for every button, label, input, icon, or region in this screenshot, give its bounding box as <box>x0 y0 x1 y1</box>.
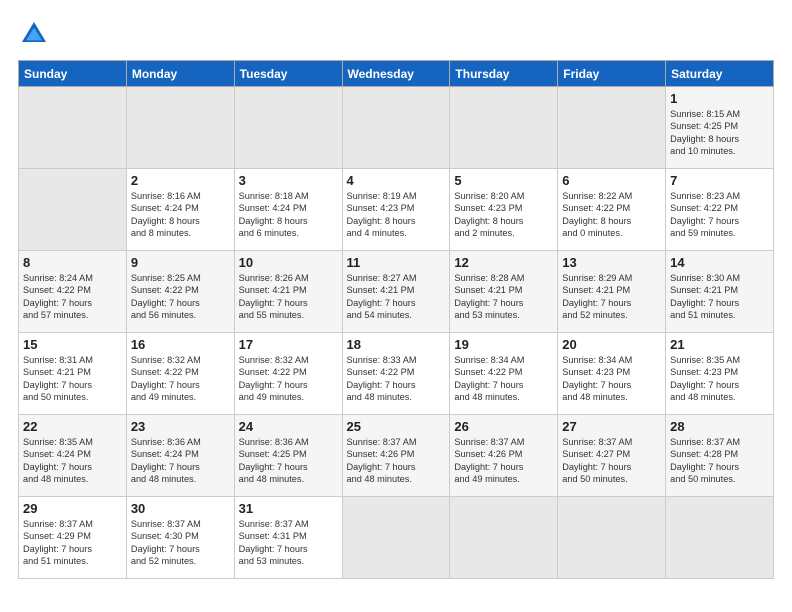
calendar-day-23: 23Sunrise: 8:36 AM Sunset: 4:24 PM Dayli… <box>126 415 234 497</box>
logo-icon <box>18 18 50 50</box>
calendar-day-10: 10Sunrise: 8:26 AM Sunset: 4:21 PM Dayli… <box>234 251 342 333</box>
empty-cell <box>666 497 774 579</box>
column-header-thursday: Thursday <box>450 61 558 87</box>
calendar-day-16: 16Sunrise: 8:32 AM Sunset: 4:22 PM Dayli… <box>126 333 234 415</box>
calendar-day-6: 6Sunrise: 8:22 AM Sunset: 4:22 PM Daylig… <box>558 169 666 251</box>
calendar-day-31: 31Sunrise: 8:37 AM Sunset: 4:31 PM Dayli… <box>234 497 342 579</box>
calendar-day-30: 30Sunrise: 8:37 AM Sunset: 4:30 PM Dayli… <box>126 497 234 579</box>
calendar-day-13: 13Sunrise: 8:29 AM Sunset: 4:21 PM Dayli… <box>558 251 666 333</box>
calendar-table: SundayMondayTuesdayWednesdayThursdayFrid… <box>18 60 774 579</box>
calendar-day-15: 15Sunrise: 8:31 AM Sunset: 4:21 PM Dayli… <box>19 333 127 415</box>
empty-cell <box>342 87 450 169</box>
page-container: SundayMondayTuesdayWednesdayThursdayFrid… <box>0 0 792 589</box>
empty-cell <box>558 497 666 579</box>
empty-cell <box>342 497 450 579</box>
calendar-day-17: 17Sunrise: 8:32 AM Sunset: 4:22 PM Dayli… <box>234 333 342 415</box>
header <box>18 18 774 50</box>
header-row: SundayMondayTuesdayWednesdayThursdayFrid… <box>19 61 774 87</box>
empty-cell <box>234 87 342 169</box>
empty-cell <box>126 87 234 169</box>
column-header-friday: Friday <box>558 61 666 87</box>
calendar-week-3: 15Sunrise: 8:31 AM Sunset: 4:21 PM Dayli… <box>19 333 774 415</box>
calendar-header: SundayMondayTuesdayWednesdayThursdayFrid… <box>19 61 774 87</box>
calendar-day-11: 11Sunrise: 8:27 AM Sunset: 4:21 PM Dayli… <box>342 251 450 333</box>
calendar-week-5: 29Sunrise: 8:37 AM Sunset: 4:29 PM Dayli… <box>19 497 774 579</box>
calendar-day-12: 12Sunrise: 8:28 AM Sunset: 4:21 PM Dayli… <box>450 251 558 333</box>
calendar-day-18: 18Sunrise: 8:33 AM Sunset: 4:22 PM Dayli… <box>342 333 450 415</box>
calendar-day-19: 19Sunrise: 8:34 AM Sunset: 4:22 PM Dayli… <box>450 333 558 415</box>
empty-cell <box>558 87 666 169</box>
calendar-day-4: 4Sunrise: 8:19 AM Sunset: 4:23 PM Daylig… <box>342 169 450 251</box>
calendar-week-4: 22Sunrise: 8:35 AM Sunset: 4:24 PM Dayli… <box>19 415 774 497</box>
calendar-week-1: 2Sunrise: 8:16 AM Sunset: 4:24 PM Daylig… <box>19 169 774 251</box>
calendar-day-7: 7Sunrise: 8:23 AM Sunset: 4:22 PM Daylig… <box>666 169 774 251</box>
column-header-saturday: Saturday <box>666 61 774 87</box>
calendar-day-27: 27Sunrise: 8:37 AM Sunset: 4:27 PM Dayli… <box>558 415 666 497</box>
calendar-day-5: 5Sunrise: 8:20 AM Sunset: 4:23 PM Daylig… <box>450 169 558 251</box>
calendar-day-29: 29Sunrise: 8:37 AM Sunset: 4:29 PM Dayli… <box>19 497 127 579</box>
column-header-sunday: Sunday <box>19 61 127 87</box>
calendar-day-14: 14Sunrise: 8:30 AM Sunset: 4:21 PM Dayli… <box>666 251 774 333</box>
empty-cell <box>19 169 127 251</box>
empty-cell <box>19 87 127 169</box>
calendar-body: 1Sunrise: 8:15 AM Sunset: 4:25 PM Daylig… <box>19 87 774 579</box>
calendar-day-26: 26Sunrise: 8:37 AM Sunset: 4:26 PM Dayli… <box>450 415 558 497</box>
empty-cell <box>450 87 558 169</box>
calendar-day-1: 1Sunrise: 8:15 AM Sunset: 4:25 PM Daylig… <box>666 87 774 169</box>
calendar-week-0: 1Sunrise: 8:15 AM Sunset: 4:25 PM Daylig… <box>19 87 774 169</box>
column-header-monday: Monday <box>126 61 234 87</box>
calendar-day-9: 9Sunrise: 8:25 AM Sunset: 4:22 PM Daylig… <box>126 251 234 333</box>
calendar-day-25: 25Sunrise: 8:37 AM Sunset: 4:26 PM Dayli… <box>342 415 450 497</box>
calendar-day-21: 21Sunrise: 8:35 AM Sunset: 4:23 PM Dayli… <box>666 333 774 415</box>
column-header-tuesday: Tuesday <box>234 61 342 87</box>
calendar-day-8: 8Sunrise: 8:24 AM Sunset: 4:22 PM Daylig… <box>19 251 127 333</box>
calendar-day-24: 24Sunrise: 8:36 AM Sunset: 4:25 PM Dayli… <box>234 415 342 497</box>
column-header-wednesday: Wednesday <box>342 61 450 87</box>
calendar-day-3: 3Sunrise: 8:18 AM Sunset: 4:24 PM Daylig… <box>234 169 342 251</box>
calendar-day-2: 2Sunrise: 8:16 AM Sunset: 4:24 PM Daylig… <box>126 169 234 251</box>
calendar-week-2: 8Sunrise: 8:24 AM Sunset: 4:22 PM Daylig… <box>19 251 774 333</box>
empty-cell <box>450 497 558 579</box>
calendar-day-22: 22Sunrise: 8:35 AM Sunset: 4:24 PM Dayli… <box>19 415 127 497</box>
calendar-day-28: 28Sunrise: 8:37 AM Sunset: 4:28 PM Dayli… <box>666 415 774 497</box>
logo <box>18 18 54 50</box>
calendar-day-20: 20Sunrise: 8:34 AM Sunset: 4:23 PM Dayli… <box>558 333 666 415</box>
